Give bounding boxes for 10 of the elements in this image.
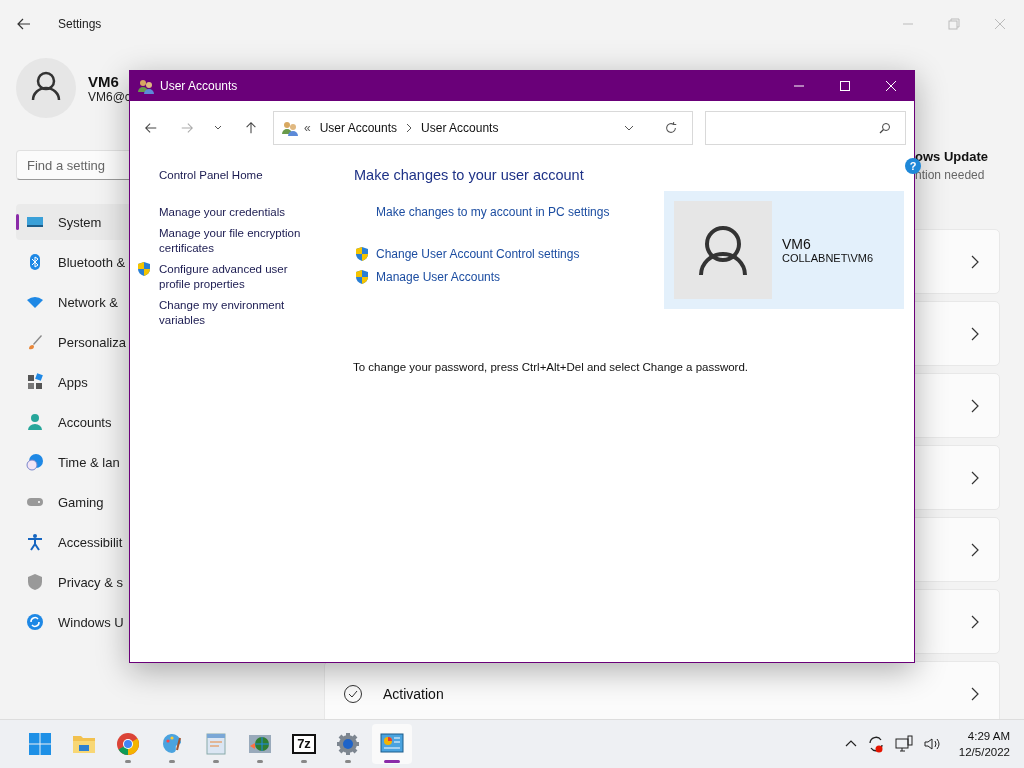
card-title: Activation — [383, 685, 444, 702]
password-note: To change your password, press Ctrl+Alt+Del and select Change a password. — [353, 361, 750, 373]
user-name: VM6 — [782, 236, 812, 252]
user-account: COLLABNET\VM6 — [782, 252, 874, 264]
dialog-title: User Accounts — [160, 79, 238, 93]
profile-name: VM6 — [88, 72, 120, 90]
sevenzip-icon: 7z — [292, 734, 316, 754]
page-heading: Make changes to your user account — [354, 167, 585, 183]
profile-email: VM6@c — [88, 89, 131, 104]
window-title: Settings — [58, 17, 102, 31]
